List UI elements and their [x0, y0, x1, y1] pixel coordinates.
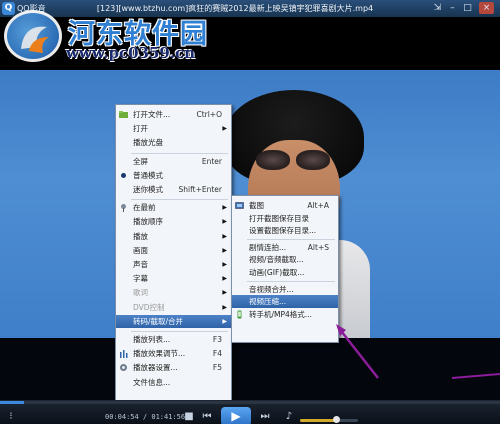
play-icon: ▶ — [231, 409, 241, 423]
annotation-arrow-line — [337, 326, 379, 379]
seek-bar[interactable] — [0, 401, 500, 404]
annotation-arrow — [336, 324, 500, 379]
seek-bar-fill — [0, 401, 24, 404]
play-button[interactable]: ▶ — [221, 407, 251, 424]
playback-time: 00:04:54 / 01:41:56 — [105, 413, 186, 421]
next-icon[interactable]: ⏭ — [258, 410, 272, 424]
volume-icon[interactable]: ♪ — [282, 410, 296, 424]
annotation-stroke — [451, 373, 500, 379]
previous-icon[interactable]: ⏮ — [200, 410, 214, 424]
playlist-toggle-icon[interactable]: ⁝ — [4, 410, 18, 424]
volume-slider-handle[interactable] — [332, 416, 340, 423]
volume-slider-fill — [300, 419, 336, 422]
stop-icon[interactable]: ■ — [183, 410, 195, 424]
volume-slider[interactable] — [300, 419, 358, 422]
